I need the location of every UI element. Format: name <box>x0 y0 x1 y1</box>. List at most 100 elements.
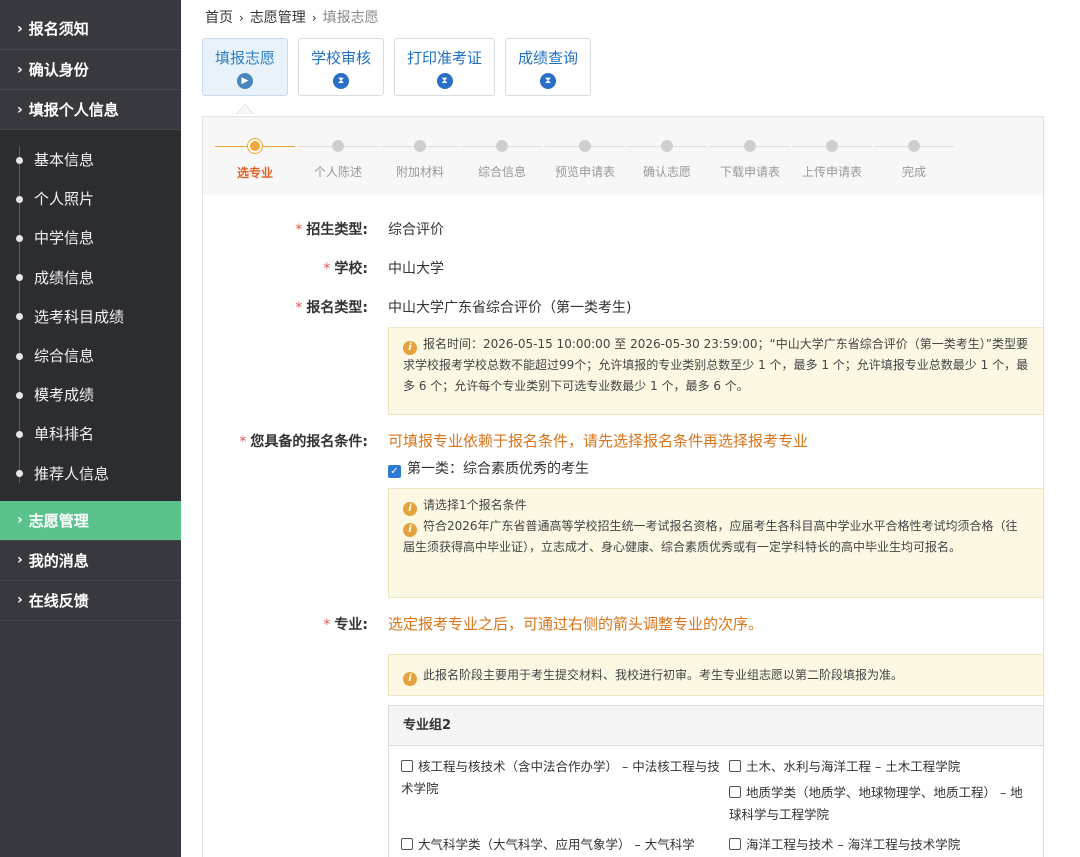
sidebar-subitem-elective-scores[interactable]: 选考科目成绩 <box>0 297 181 336</box>
chevron-right-icon: › <box>17 592 23 609</box>
sidebar-subitem-subject-rank[interactable]: 单科排名 <box>0 414 181 453</box>
main-content: 首页 › 志愿管理 › 填报志愿 填报志愿 ▶ 学校审核 ⧗ 打印准考证 ⧗ 成绩查询 … <box>181 0 1080 857</box>
bullet-icon <box>16 274 23 282</box>
sidebar-subitem-comprehensive[interactable]: 综合信息 <box>0 336 181 375</box>
sidebar-subitem-basic-info[interactable]: 基本信息 <box>0 140 181 179</box>
chevron-right-icon: › <box>311 11 317 25</box>
step-dot <box>496 140 508 152</box>
info-icon: i <box>403 672 417 686</box>
active-tab-pointer <box>236 104 254 114</box>
step-comprehensive-info: 综合信息 <box>462 139 542 180</box>
step-label: 预览申请表 <box>554 165 615 179</box>
sidebar-subitem-label: 推荐人信息 <box>34 464 110 483</box>
major-option[interactable]: 海洋工程与技术 – 海洋工程与技术学院 <box>729 834 1034 856</box>
bullet-icon <box>16 234 23 242</box>
sidebar-subitem-label: 模考成绩 <box>34 386 95 405</box>
hourglass-icon: ⧗ <box>540 73 557 89</box>
step-label: 下载申请表 <box>719 165 780 179</box>
step-dot <box>744 140 756 152</box>
major-option-label: 核工程与核技术（含中法合作办学） – 中法核工程与技术学院 <box>401 759 720 796</box>
step-label: 个人陈述 <box>313 165 362 179</box>
sidebar-subitem-label: 综合信息 <box>34 347 95 366</box>
notice-text: 请选择1个报名条件 <box>423 498 527 512</box>
sidebar-item-label: 报名须知 <box>28 20 89 38</box>
sidebar-subitem-label: 成绩信息 <box>34 268 95 287</box>
progress-steps: 选专业 个人陈述 附加材料 综合信息 预览申请表 确认志愿 下载申请表 上传申请… <box>203 117 1043 195</box>
step-dot <box>908 140 920 152</box>
bullet-icon <box>16 352 23 360</box>
bullet-icon <box>16 156 23 164</box>
chevron-right-icon: › <box>17 101 23 118</box>
tab-print-admission-ticket[interactable]: 打印准考证 ⧗ <box>394 38 496 96</box>
checkbox-icon[interactable] <box>729 760 741 772</box>
checkbox-checked-icon[interactable]: ✓ <box>388 465 401 478</box>
major-option[interactable]: 土木、水利与海洋工程 – 土木工程学院 <box>729 756 1034 778</box>
tab-score-query[interactable]: 成绩查询 ⧗ <box>505 38 592 96</box>
sidebar-subitem-photo[interactable]: 个人照片 <box>0 179 181 218</box>
chevron-right-icon: › <box>17 61 23 78</box>
checkbox-icon[interactable] <box>401 760 413 772</box>
breadcrumb-section[interactable]: 志愿管理 <box>250 10 306 26</box>
tab-fill-application[interactable]: 填报志愿 ▶ <box>202 38 289 96</box>
chevron-right-icon: › <box>17 512 23 529</box>
sidebar-subitem-referee[interactable]: 推荐人信息 <box>0 454 181 493</box>
major-group-title: 专业组2 <box>389 706 1043 746</box>
tab-school-review[interactable]: 学校审核 ⧗ <box>298 38 385 96</box>
tab-label: 学校审核 <box>311 49 372 67</box>
checkbox-icon[interactable] <box>729 786 741 798</box>
sidebar-item-label: 填报个人信息 <box>28 101 119 119</box>
school-value: 中山大学 <box>388 261 444 277</box>
sidebar-item-feedback[interactable]: › 在线反馈 <box>0 581 181 621</box>
step-dot <box>826 140 838 152</box>
checkbox-icon[interactable] <box>729 838 741 850</box>
chevron-right-icon: › <box>17 552 23 569</box>
major-notice: i 此报名阶段主要用于考生提交材料、我校进行初审。考生专业组志愿以第二阶段填报为准… <box>388 654 1044 696</box>
condition-option-category-1[interactable]: ✓ 第一类：综合素质优秀的考生 <box>388 458 589 478</box>
sidebar-subitem-label: 基本信息 <box>34 151 95 170</box>
notice-text: 符合2026年广东省普通高等学校招生统一考试报名资格，应届考生各科目高中学业水平… <box>403 519 1018 554</box>
sidebar-item-label: 在线反馈 <box>28 591 89 610</box>
sidebar-item-confirm-identity[interactable]: › 确认身份 <box>0 50 181 90</box>
sidebar-subitem-label: 个人照片 <box>34 190 95 209</box>
chevron-right-icon: › <box>239 11 244 25</box>
step-label: 综合信息 <box>477 165 526 179</box>
sidebar-subitem-school-info[interactable]: 中学信息 <box>0 218 181 257</box>
sidebar-subitem-mock-scores[interactable]: 模考成绩 <box>0 375 181 414</box>
major-option-label: 土木、水利与海洋工程 – 土木工程学院 <box>746 759 961 774</box>
breadcrumb-current: 填报志愿 <box>322 10 379 26</box>
sidebar-item-application-management[interactable]: › 志愿管理 <box>0 500 181 541</box>
info-icon: i <box>403 341 417 355</box>
conditions-notice: i 请选择1个报名条件 i 符合2026年广东省普通高等学校招生统一考试报名资格，应… <box>388 488 1044 598</box>
step-label: 确认志愿 <box>642 165 691 179</box>
play-icon: ▶ <box>237 73 253 89</box>
major-option[interactable]: 核工程与核技术（含中法合作办学） – 中法核工程与技术学院 <box>401 756 721 800</box>
sidebar: › 报名须知 › 确认身份 › 填报个人信息 基本信息 个人照片 中学信息 成绩… <box>0 0 181 857</box>
tab-label: 成绩查询 <box>518 49 579 67</box>
major-option-label: 地质学类（地质学、地球物理学、地质工程） – 地球科学与工程学院 <box>729 785 1023 822</box>
sidebar-subitem-scores[interactable]: 成绩信息 <box>0 258 181 297</box>
breadcrumb-home[interactable]: 首页 <box>205 10 233 26</box>
major-option[interactable]: 大气科学类（大气科学、应用气象学） – 大气科学 <box>401 834 721 856</box>
sidebar-item-label: 确认身份 <box>28 61 89 79</box>
step-dot <box>579 140 591 152</box>
major-option[interactable]: 地质学类（地质学、地球物理学、地质工程） – 地球科学与工程学院 <box>729 782 1034 826</box>
sidebar-item-messages[interactable]: › 我的消息 <box>0 541 181 581</box>
sidebar-item-personal-info[interactable]: › 填报个人信息 <box>0 90 181 130</box>
sidebar-submenu: 基本信息 个人照片 中学信息 成绩信息 选考科目成绩 综合信息 模考成绩 单科排… <box>0 130 181 501</box>
step-complete: 完成 <box>874 139 954 180</box>
sidebar-item-label: 我的消息 <box>28 551 89 570</box>
major-option-label: 海洋工程与技术 – 海洋工程与技术学院 <box>746 837 961 852</box>
sidebar-item-label: 志愿管理 <box>28 511 89 530</box>
major-label: * 专业: <box>323 617 368 633</box>
checkbox-icon[interactable] <box>401 838 413 850</box>
notice-text: 此报名阶段主要用于考生提交材料、我校进行初审。考生专业组志愿以第二阶段填报为准。 <box>423 668 904 682</box>
step-personal-statement: 个人陈述 <box>298 139 378 180</box>
major-hint: 选定报考专业之后，可通过右侧的箭头调整专业的次序。 <box>388 615 764 633</box>
enroll-type-value: 综合评价 <box>388 222 444 238</box>
apply-type-notice: i 报名时间：2026-05-15 10:00:00 至 2026-05-30 2… <box>388 327 1044 415</box>
sidebar-item-registration-notice[interactable]: › 报名须知 <box>0 0 181 50</box>
apply-type-value: 中山大学广东省综合评价（第一类考生) <box>388 300 632 316</box>
tab-label: 打印准考证 <box>407 49 483 67</box>
sidebar-subitem-label: 单科排名 <box>34 425 95 444</box>
step-label: 附加材料 <box>395 165 444 179</box>
